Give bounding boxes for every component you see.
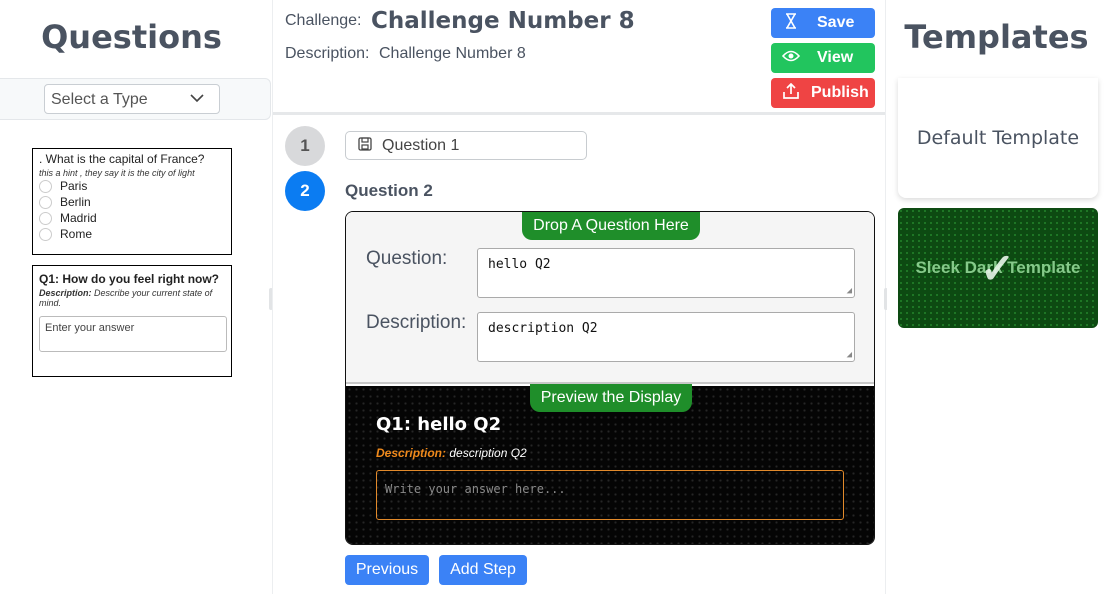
- save-file-icon: [358, 137, 372, 154]
- card-question-body: How do you feel right now?: [62, 272, 220, 286]
- card-description: Description: Describe your current state…: [39, 288, 225, 308]
- radio-button[interactable]: [39, 227, 52, 241]
- templates-panel: Templates Default Template Sleek Dark Te…: [887, 0, 1106, 594]
- question-textarea[interactable]: hello Q2 ◢: [477, 248, 855, 298]
- card-question-text: . What is the capital of France?: [39, 152, 205, 166]
- preview-description-label: Description:: [376, 446, 447, 460]
- chevron-down-icon: [189, 90, 205, 111]
- checkmark-icon: ✓: [980, 245, 1016, 292]
- save-label: Save: [817, 14, 855, 31]
- option-row: Berlin: [39, 194, 225, 210]
- type-filter-bar: Select a Type: [0, 78, 271, 120]
- questions-title: Questions: [41, 18, 222, 56]
- card-hint-text: this a hint , they say it is the city of…: [39, 168, 195, 178]
- question-textarea-value: hello Q2: [488, 257, 551, 272]
- template-sleek-dark[interactable]: Sleek Dark Template ✓: [898, 208, 1098, 328]
- upload-icon: [771, 82, 811, 104]
- option-row: Madrid: [39, 210, 225, 226]
- builder-panel: Challenge: Challenge Number 8 Descriptio…: [272, 0, 886, 594]
- publish-label: Publish: [811, 84, 869, 101]
- preview-question-title: Q1: hello Q2: [376, 414, 502, 435]
- description-textarea[interactable]: description Q2 ◢: [477, 312, 855, 362]
- description-field-label: Description:: [366, 312, 467, 333]
- question-card-feeling[interactable]: Q1: How do you feel right now? Descripti…: [32, 265, 232, 377]
- template-default[interactable]: Default Template: [898, 78, 1098, 198]
- preview-answer-textarea[interactable]: Write your answer here...: [376, 470, 844, 520]
- option-row: Rome: [39, 226, 225, 242]
- radio-button[interactable]: [39, 179, 52, 193]
- option-label: Madrid: [60, 211, 97, 225]
- step-1-question-pill[interactable]: Question 1: [345, 131, 587, 160]
- preview-display-tab: Preview the Display: [530, 384, 692, 412]
- option-label: Rome: [60, 227, 93, 241]
- type-select[interactable]: Select a Type: [44, 84, 220, 114]
- step-2-title: Question 2: [345, 181, 433, 200]
- preview-answer-placeholder: Write your answer here...: [385, 482, 566, 496]
- radio-button[interactable]: [39, 195, 52, 209]
- view-button[interactable]: View: [771, 43, 875, 73]
- type-select-value: Select a Type: [51, 91, 148, 108]
- challenge-label: Challenge:: [285, 12, 362, 29]
- resize-grip-icon[interactable]: ◢: [847, 286, 852, 296]
- answer-textarea[interactable]: Enter your answer: [39, 316, 227, 352]
- card-question-label: Q1:: [39, 272, 60, 286]
- questions-panel: Questions Select a Type . What is the ca…: [0, 0, 271, 594]
- eye-icon: [771, 49, 811, 68]
- resize-grip-icon[interactable]: ◢: [847, 350, 852, 360]
- question-editor: Drop A Question Here Question: hello Q2 …: [345, 211, 875, 545]
- card-description-label: Description:: [39, 288, 92, 298]
- option-row: Paris: [39, 178, 225, 194]
- hourglass-icon: [771, 12, 811, 34]
- preview-description: Description: description Q2: [376, 446, 527, 460]
- option-label: Berlin: [60, 195, 91, 209]
- drop-zone[interactable]: Drop A Question Here Question: hello Q2 …: [346, 212, 874, 384]
- preview-description-text: description Q2: [449, 446, 527, 460]
- card-question-text: Q1: How do you feel right now?: [39, 272, 225, 287]
- previous-button[interactable]: Previous: [345, 555, 429, 585]
- publish-button[interactable]: Publish: [771, 78, 875, 108]
- templates-title: Templates: [904, 18, 1089, 56]
- option-label: Paris: [60, 179, 88, 193]
- step-1-label: Question 1: [382, 136, 460, 154]
- description-label: Description:: [285, 45, 370, 62]
- template-default-label: Default Template: [916, 127, 1080, 149]
- add-step-button[interactable]: Add Step: [439, 555, 527, 585]
- view-label: View: [817, 49, 854, 66]
- description-value: Challenge Number 8: [379, 45, 526, 62]
- answer-placeholder: Enter your answer: [45, 322, 135, 334]
- step-1-indicator[interactable]: 1: [285, 126, 325, 166]
- challenge-header: Challenge: Challenge Number 8 Descriptio…: [273, 0, 885, 115]
- radio-button[interactable]: [39, 211, 52, 225]
- step-2-indicator[interactable]: 2: [285, 171, 325, 211]
- drop-question-tab: Drop A Question Here: [522, 212, 700, 240]
- save-button[interactable]: Save: [771, 8, 875, 38]
- description-textarea-value: description Q2: [488, 321, 598, 336]
- challenge-name: Challenge Number 8: [371, 8, 635, 34]
- question-card-capital[interactable]: . What is the capital of France? this a …: [32, 148, 232, 255]
- question-field-label: Question:: [366, 248, 448, 269]
